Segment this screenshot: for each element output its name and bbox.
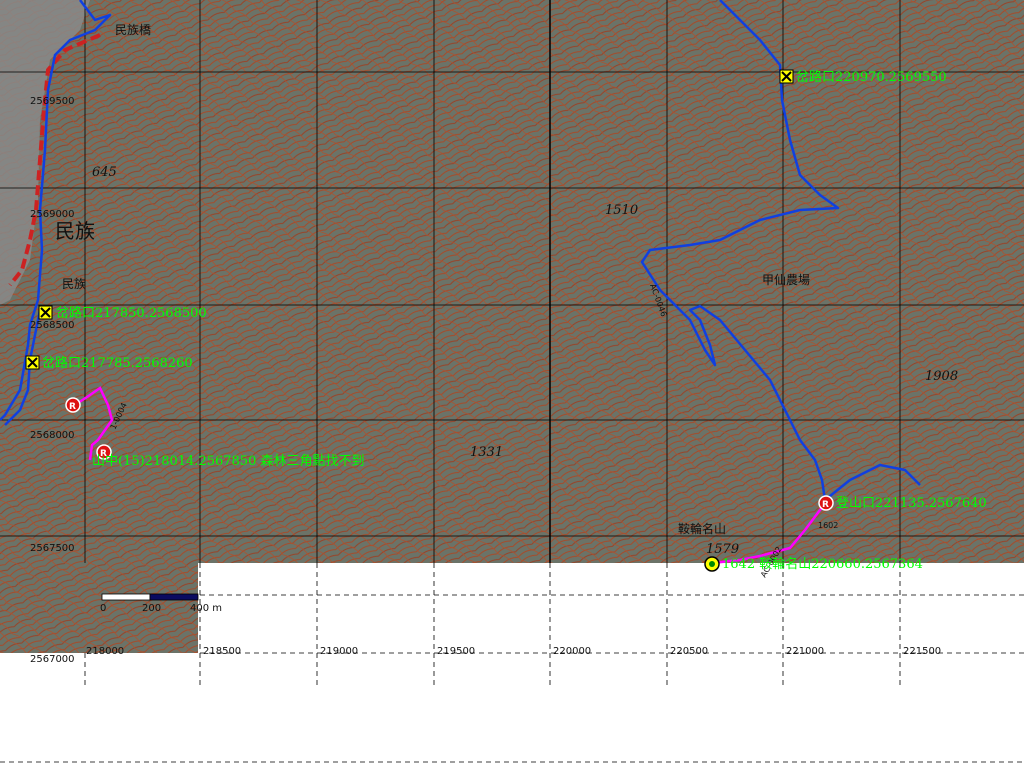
y-coord-label: 2568000 — [30, 430, 75, 441]
waypoint-label: 1642 鞍輪名山220660.2567364 — [722, 556, 923, 572]
x-coord-label: 220000 — [553, 646, 591, 657]
x-coord-label: 220500 — [670, 646, 708, 657]
elevation-1579: 1579 — [706, 542, 739, 557]
x-coord-label: 218500 — [203, 646, 241, 657]
svg-text:R: R — [69, 402, 76, 412]
elevation-1602: 1602 — [818, 521, 838, 530]
y-coord-label: 2569000 — [30, 209, 75, 220]
y-coord-label: 2567500 — [30, 543, 75, 554]
waypoint-junction-left-1[interactable]: 岔路口217850.2568500 — [38, 305, 207, 321]
waypoint-trail-marker-1[interactable]: R — [65, 397, 81, 413]
place-label-jiaxian-farm: 甲仙農場 — [762, 273, 810, 287]
waypoint-label: 岔路口217850.2568500 — [56, 305, 207, 321]
waypoint-label: 山中(15)218014.2567850 森林三角點找不到 — [92, 454, 364, 469]
terrain-layer — [0, 0, 1024, 653]
scale-tick-200: 200 — [142, 603, 161, 614]
place-label-minzu-large: 民族 — [55, 219, 95, 243]
place-label-leilun-mountain: 鞍輪名山 — [678, 521, 726, 536]
scale-tick-0: 0 — [100, 603, 106, 614]
scale-tick-400: 400 m — [190, 603, 222, 614]
y-coord-label: 2567000 — [30, 654, 75, 665]
elevation-1510: 1510 — [605, 203, 638, 218]
x-coord-label: 221500 — [903, 646, 941, 657]
waypoint-trailhead[interactable]: R 登山口221135.2567640 — [818, 495, 987, 511]
waypoint-label: 登山口221135.2567640 — [836, 496, 987, 511]
svg-text:R: R — [822, 500, 829, 510]
y-coord-label: 2569500 — [30, 96, 75, 107]
waypoint-junction-left-2[interactable]: 岔路口217785.2568260 — [25, 355, 193, 371]
place-label-minzu-bridge: 民族橋 — [115, 23, 151, 37]
waypoint-label: 岔路口220970.2569550 — [796, 69, 947, 85]
x-coord-label: 221000 — [786, 646, 824, 657]
waypoint-junction-top-right[interactable]: 岔路口220970.2569550 — [779, 69, 947, 85]
y-coord-label: 2568500 — [30, 320, 75, 331]
x-coord-label: 218000 — [86, 646, 124, 657]
x-coord-label: 219500 — [437, 646, 475, 657]
elevation-1331: 1331 — [470, 445, 503, 460]
waypoint-triangulation[interactable]: 山中(15)218014.2567850 森林三角點找不到 — [92, 454, 364, 469]
elevation-645: 645 — [92, 165, 117, 180]
place-label-minzu-small: 民族 — [62, 277, 86, 291]
elevation-1908: 1908 — [925, 369, 958, 384]
waypoint-summit[interactable]: 1642 鞍輪名山220660.2567364 — [704, 556, 923, 572]
x-coord-label: 219000 — [320, 646, 358, 657]
topographic-map[interactable]: AC-0046 AC-0002 1-0004 民族橋 民族 民族 甲仙農場 鞍輪… — [0, 0, 1024, 768]
waypoint-label: 岔路口217785.2568260 — [42, 355, 193, 371]
